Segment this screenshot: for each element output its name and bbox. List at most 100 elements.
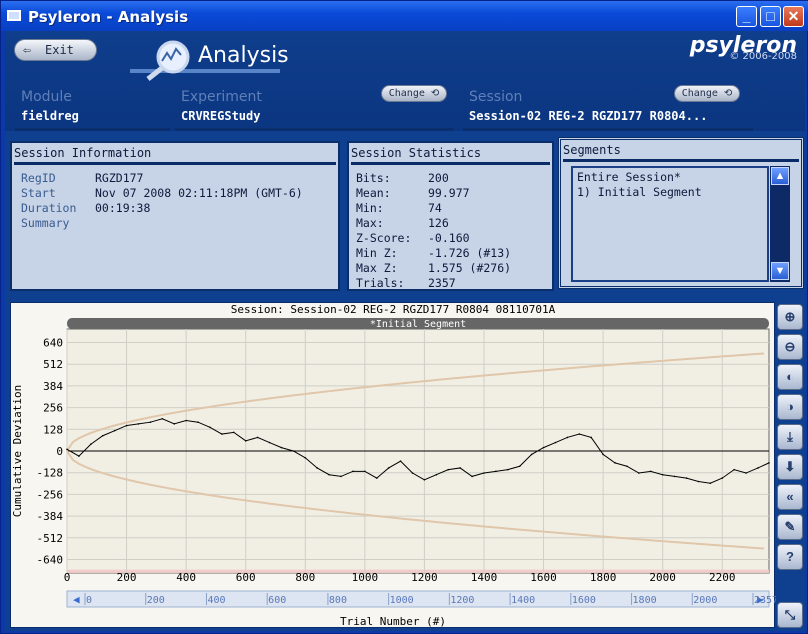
stats-key: Z-Score: [356, 231, 412, 245]
series-point [292, 450, 295, 452]
module-value: fieldreg [21, 109, 79, 123]
series-point [638, 472, 640, 474]
x-tick-label: 0 [64, 571, 71, 584]
zoom-fit-icon[interactable]: ◐ [777, 364, 803, 390]
series-point [435, 473, 438, 476]
y-tick-label: -640 [37, 553, 64, 566]
stats-row: Min Z: -1.726 (#13) [356, 246, 546, 261]
segments-rule [563, 159, 799, 162]
stats-row: Mean: 99.977 [356, 186, 546, 201]
series-point [268, 441, 271, 444]
resize-icon[interactable]: ⤡ [777, 602, 803, 628]
minimize-button[interactable]: _ [736, 6, 757, 27]
save-icon[interactable]: ⬇ [777, 454, 803, 480]
change-experiment-button[interactable]: Change ⟲ [381, 85, 447, 102]
maximize-icon: □ [766, 8, 775, 24]
series-point [387, 467, 390, 469]
scrollbar-tick-label: 800 [329, 595, 347, 606]
y-tick-label: 256 [43, 402, 63, 415]
info-key: Summary [21, 216, 70, 230]
module-underline [15, 128, 170, 131]
series-point [768, 462, 770, 464]
module-caption: Module [21, 89, 72, 105]
series-point [757, 467, 759, 469]
scrollbar-tick-label: 400 [207, 595, 225, 606]
segment-item-entire[interactable]: Entire Session* [577, 170, 681, 184]
x-tick-label: 600 [236, 571, 256, 584]
series-point [530, 453, 533, 456]
segment-label: *Initial Segment [370, 319, 466, 330]
info-row-summary: Summary [21, 216, 336, 231]
zoom-reset-icon[interactable]: ◑ [777, 394, 803, 420]
series-point [232, 431, 235, 434]
scrollbar-tick-label: 0 [86, 595, 92, 606]
copyright-text: © 2006-2008 [729, 51, 797, 62]
series-point [256, 436, 259, 439]
session-stats-panel: Session Statistics Bits: 200 Mean: 99.977 Mi… [347, 141, 554, 291]
series-point [566, 436, 569, 439]
stats-row: Bits: 200 [356, 171, 546, 186]
zoom-out-icon[interactable]: ⊖ [777, 334, 803, 360]
series-point [340, 475, 342, 478]
close-button[interactable]: ✕ [783, 6, 804, 27]
scroll-left-icon[interactable]: ◀ [73, 593, 80, 606]
x-tick-label: 1800 [590, 571, 617, 584]
scrollbar-tick-label: 1600 [572, 595, 596, 606]
scrollbar-tick-label: 1200 [450, 595, 474, 606]
stats-value: 74 [428, 201, 442, 215]
header: ⇦ Exit Analysis psyleron © 2006-2008 Mod… [5, 31, 805, 131]
cumulative-deviation-chart[interactable]: Session: Session-02 REG-2 RGZD177 R0804 … [11, 303, 778, 629]
comment-icon[interactable]: ✎ [777, 514, 803, 540]
module-field: Module fieldreg [15, 87, 170, 131]
series-point [626, 465, 628, 468]
series-point [328, 473, 330, 476]
scrollbar-tick-label: 200 [147, 595, 165, 606]
zoom-in-icon[interactable]: ⊕ [777, 304, 803, 330]
info-key: RegID [21, 171, 56, 185]
x-tick-label: 1200 [411, 571, 438, 584]
rewind-icon[interactable]: « [777, 484, 803, 510]
series-point [185, 419, 187, 422]
change-session-button[interactable]: Change ⟲ [674, 85, 740, 102]
y-tick-label: -512 [37, 532, 64, 545]
y-tick-label: 128 [43, 423, 63, 436]
x-tick-label: 1400 [471, 571, 498, 584]
series-point [304, 456, 307, 459]
series-point [483, 472, 485, 474]
x-tick-label: 400 [176, 571, 196, 584]
scrollbar-tick-label: 1800 [633, 595, 657, 606]
y-axis-label: Cumulative Deviation [11, 385, 24, 517]
stats-value: 200 [428, 171, 449, 185]
series-point [78, 455, 80, 457]
series-point [244, 440, 247, 442]
segments-scrollbar[interactable]: ▲ ▼ [770, 166, 790, 282]
title-bar[interactable]: Psyleron - Analysis _ □ ✕ [1, 1, 808, 31]
arrow-down-icon[interactable]: ▼ [771, 262, 789, 280]
y-tick-label: 384 [43, 380, 63, 393]
segments-title: Segments [563, 143, 621, 157]
y-tick-label: 512 [43, 358, 63, 371]
info-value: 00:19:38 [95, 201, 151, 215]
segment-item-initial[interactable]: 1) Initial Segment [577, 185, 702, 199]
series-point [602, 453, 604, 456]
series-point [352, 470, 354, 473]
segments-list[interactable]: Entire Session* 1) Initial Segment [571, 166, 769, 282]
chart-title: Session: Session-02 REG-2 RGZD177 R0804 … [231, 303, 556, 316]
stats-row: Z-Score: -0.160 [356, 231, 546, 246]
exit-button[interactable]: ⇦ Exit [14, 39, 97, 61]
series-point [209, 426, 211, 429]
experiment-value: CRVREGStudy [181, 109, 261, 123]
help-icon[interactable]: ? [777, 544, 803, 570]
maximize-button[interactable]: □ [760, 6, 781, 27]
export-icon[interactable]: ⤓ [777, 424, 803, 450]
series-point [447, 468, 450, 471]
series-point [197, 421, 199, 423]
scrollbar-tick-label: 600 [268, 595, 286, 606]
app-window: Psyleron - Analysis _ □ ✕ ⇦ Exit Analysi… [0, 0, 808, 634]
arrow-up-icon[interactable]: ▲ [771, 167, 789, 185]
series-point [471, 475, 473, 478]
series-point [113, 429, 116, 432]
series-point [66, 448, 68, 451]
session-stats-rule [351, 162, 550, 165]
chart-toolbar: ⊕ ⊖ ◐ ◑ ⤓ ⬇ « ✎ ? ⤡ [776, 302, 804, 631]
